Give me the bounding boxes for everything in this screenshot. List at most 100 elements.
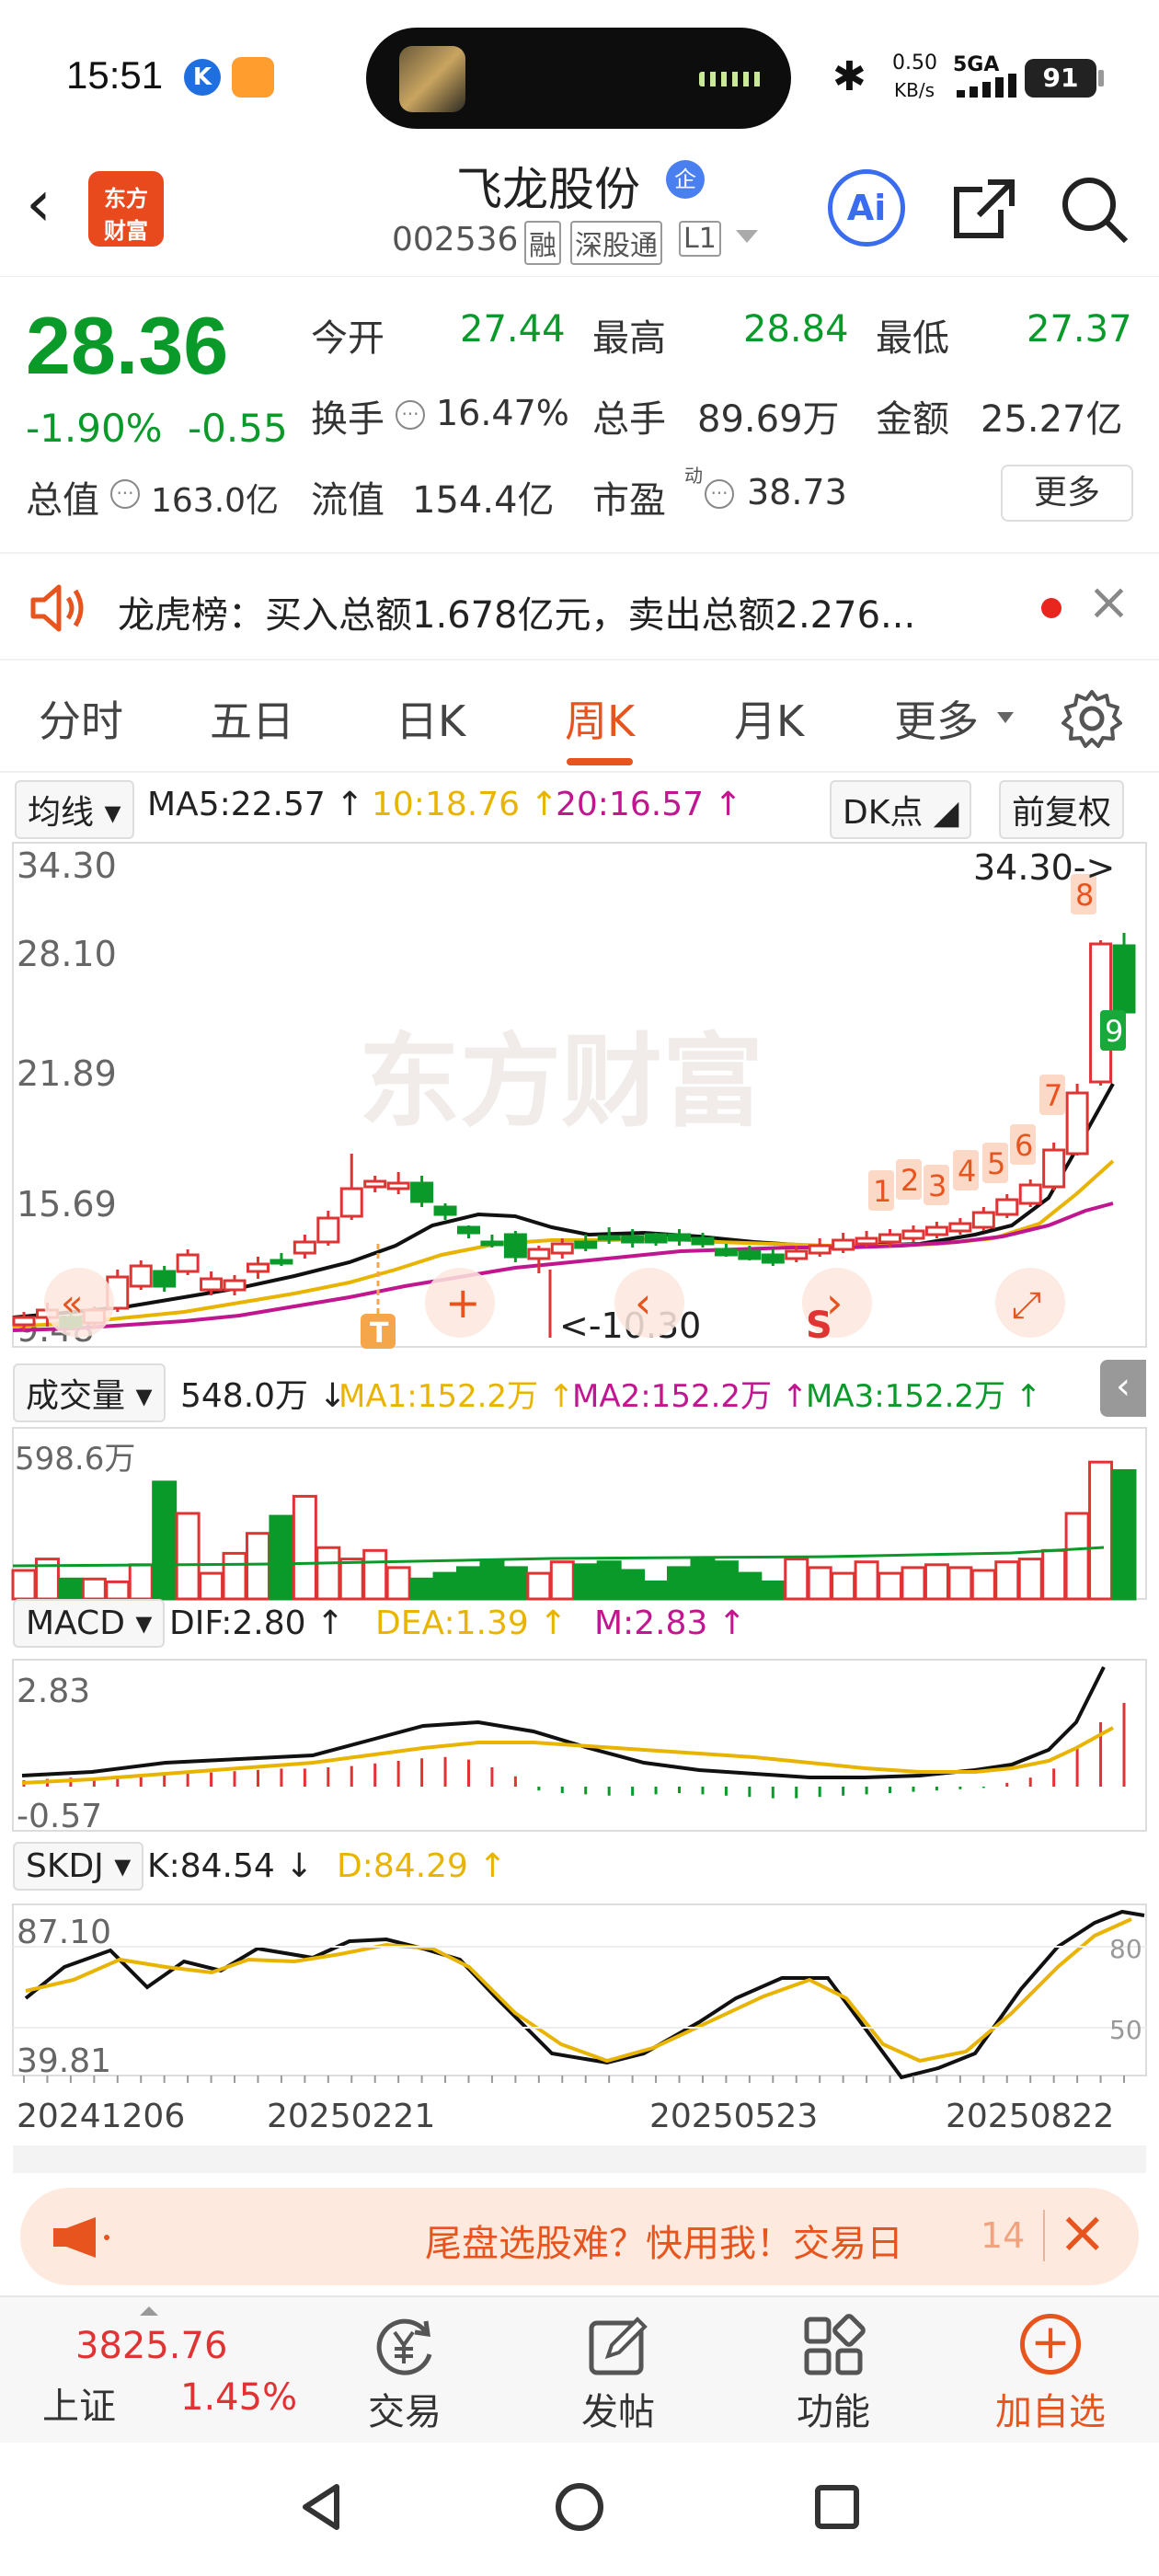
dropdown-triangle-icon[interactable] (736, 230, 758, 243)
banner-counter: 14 (981, 2215, 1026, 2256)
x-date-3: 20250523 (649, 2098, 818, 2135)
tab-yuek[interactable]: 月K (734, 688, 804, 749)
pe-label: 市盈 (592, 479, 666, 522)
logo-line1: 东方 (104, 186, 148, 212)
logo-line2: 财富 (104, 218, 148, 244)
tag-sgt: 深股通 (570, 221, 662, 265)
collapse-panel-button[interactable]: ‹ (1100, 1360, 1146, 1417)
skdj-indicator-select[interactable]: SKDJ ▾ (13, 1842, 144, 1891)
tab-more[interactable]: 更多 (894, 688, 979, 749)
more-button[interactable]: 更多 (1001, 465, 1133, 522)
volume-indicator-label: 成交量 (26, 1377, 126, 1415)
candle-body (948, 1222, 972, 1233)
share-icon[interactable] (947, 173, 1021, 247)
candle-body (293, 1240, 316, 1255)
system-home-icon[interactable] (552, 2479, 607, 2535)
volume-bar (667, 1566, 693, 1601)
nav-trade[interactable]: 交易 (350, 2297, 460, 2444)
candle-body (995, 1198, 1019, 1216)
close-icon[interactable]: × (1087, 572, 1130, 632)
lhb-notice[interactable]: 龙虎榜：买入总额1.678亿元，卖出总额2.276... × (0, 552, 1159, 661)
candle-body (316, 1216, 340, 1244)
x-date-1: 20241206 (17, 2098, 185, 2135)
candle-body (527, 1248, 551, 1260)
skdj-d-line (25, 1917, 1132, 2064)
candle-body (901, 1229, 925, 1240)
stock-name: 飞龙股份 (456, 163, 640, 216)
banner-close-icon[interactable]: × (1058, 2195, 1107, 2271)
candle-body (153, 1270, 177, 1288)
macd-y-top: 2.83 (17, 1673, 90, 1710)
status-bar: 15:51 K ✱ 0.50 KB/s 5GA 91 (0, 0, 1159, 147)
y-label-2: 28.10 (17, 934, 117, 974)
system-back-icon[interactable] (294, 2479, 350, 2535)
candle-body (246, 1262, 270, 1273)
tab-rik[interactable]: 日K (396, 688, 465, 749)
volume-indicator-select[interactable]: 成交量 ▾ (13, 1363, 166, 1422)
candle-body (503, 1233, 527, 1259)
sequence-marker-label: 1 (873, 1174, 891, 1209)
candle-body (761, 1253, 785, 1264)
app-k-icon: K (184, 59, 221, 96)
index-up-arrow-icon (140, 2306, 158, 2316)
chart-area[interactable]: 均线 ▾ MA5:22.57 ↑ 10:18.76 ↑ 20:16.57 ↑ D… (0, 775, 1159, 2173)
more-dropdown-icon[interactable] (997, 712, 1014, 723)
nav-post[interactable]: 发帖 (563, 2297, 673, 2444)
candle-body (176, 1253, 200, 1273)
info-icon[interactable]: ··· (396, 400, 425, 430)
candle-body (597, 1235, 621, 1241)
candle-body (200, 1277, 224, 1292)
nav-add-label: 加自选 (995, 2391, 1106, 2433)
chart-svg[interactable]: 东方财富 34.30 28.10 21.89 15.69 9.48 1 2 3 4 56… (0, 775, 1159, 2173)
system-recents-icon[interactable] (809, 2479, 865, 2535)
volume-bar (924, 1563, 949, 1601)
nav-func[interactable]: 功能 (778, 2297, 889, 2444)
volume-bar (409, 1577, 435, 1601)
turnover-label: 换手 (311, 398, 384, 441)
candle-body (878, 1233, 902, 1244)
macd-indicator-select[interactable]: MACD ▾ (13, 1599, 166, 1648)
volume-bar (1041, 1548, 1067, 1601)
speaker-icon (30, 584, 84, 632)
volume-bar (1111, 1469, 1137, 1601)
skdj-indicator-label: SKDJ (26, 1847, 104, 1885)
vol-ma2: MA2:152.2万 (572, 1378, 773, 1415)
candle-body (621, 1235, 645, 1244)
info-icon[interactable]: ··· (705, 479, 734, 509)
tab-zhouk[interactable]: 周K (565, 688, 635, 749)
pe-value: 38.73 (747, 472, 847, 512)
tab-wuri[interactable]: 五日 (210, 688, 294, 749)
ai-button[interactable]: Ai (828, 169, 905, 247)
search-icon[interactable] (1056, 171, 1133, 248)
volume-bar (11, 1569, 37, 1601)
skdj-y-bottom: 39.81 (17, 2042, 111, 2080)
volume-bar (199, 1571, 224, 1601)
settings-gear-icon[interactable] (1060, 686, 1124, 751)
candle-body (714, 1248, 738, 1257)
skdj-k: K:84.54 (147, 1847, 275, 1885)
turnover-value: 16.47% (436, 393, 569, 433)
nav-add-watchlist[interactable]: + 加自选 (979, 2297, 1122, 2444)
back-icon[interactable]: ‹ (26, 171, 52, 236)
candle-body (363, 1179, 387, 1189)
eastmoney-logo[interactable]: 东方 财富 (88, 171, 164, 247)
promo-banner[interactable]: 尾盘选股难？快用我！交易日 14 × (20, 2188, 1139, 2285)
volume-bar (245, 1532, 270, 1601)
tab-fenshi[interactable]: 分时 (39, 688, 123, 749)
sequence-marker-label: 5 (987, 1146, 1005, 1181)
stock-code: 002536 (392, 221, 519, 259)
info-icon[interactable]: ··· (110, 479, 140, 509)
vol-ma1-legend: MA1:152.2万 ↑ (339, 1378, 575, 1415)
volume-bar (316, 1546, 341, 1601)
macd-m-legend: M:2.83 ↑ (594, 1604, 746, 1642)
candle-body (550, 1242, 574, 1255)
banner-text: 尾盘选股难？快用我！交易日 (425, 2223, 903, 2265)
candle-body (691, 1236, 715, 1246)
dynamic-island (366, 28, 791, 129)
sequence-marker-label: 2 (901, 1163, 919, 1198)
volume-bar (807, 1566, 832, 1601)
period-tabs: 分时 五日 日K 周K 月K 更多 (0, 662, 1159, 773)
index-widget[interactable]: 3825.76 上证 1.45% (0, 2297, 313, 2444)
index-name: 上证 (42, 2386, 116, 2428)
volume-bar (526, 1571, 552, 1601)
